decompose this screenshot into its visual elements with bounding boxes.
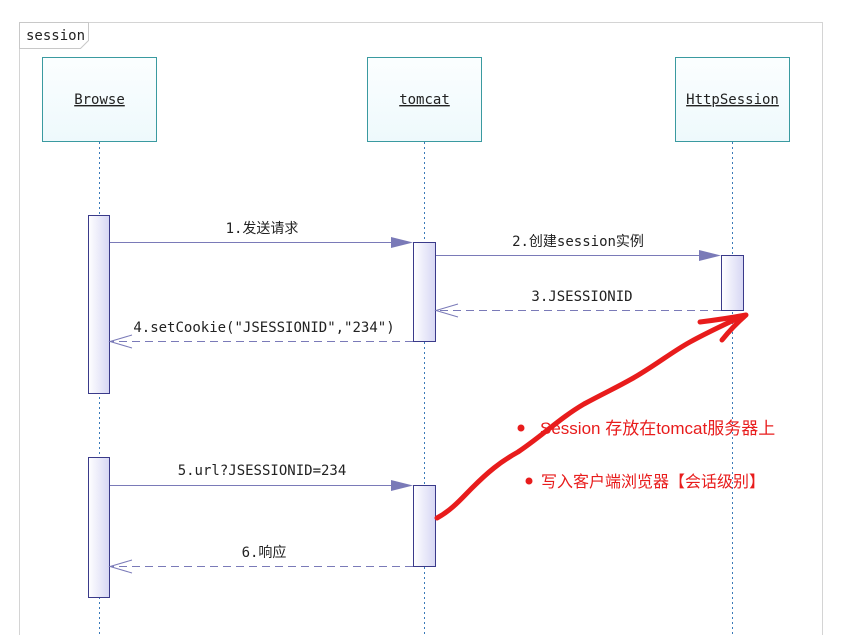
message-label: 2.创建session实例	[512, 234, 644, 250]
message-label: 4.setCookie("JSESSIONID","234")	[133, 320, 394, 336]
activation-browse-2	[88, 457, 110, 598]
annotation-text: 写入客户端浏览器【会话级别】	[541, 473, 765, 491]
activation-browse-1	[88, 215, 110, 394]
sequence-diagram: session Browse tomcat HttpSession 1.发送请求…	[19, 22, 823, 635]
frame-title: session	[26, 28, 85, 44]
message-label: 6.响应	[242, 544, 287, 561]
participant-tomcat: tomcat	[367, 57, 482, 142]
annotation-text: Session 存放在tomcat服务器上	[540, 419, 775, 438]
annotation-2: 写入客户端浏览器【会话级别】	[525, 473, 765, 491]
participant-label: Browse	[74, 92, 125, 108]
activation-httpsession-1	[721, 255, 744, 311]
annotation-1: Session 存放在tomcat服务器上	[517, 419, 775, 438]
message-label: 5.url?JSESSIONID=234	[178, 463, 347, 479]
participant-browse: Browse	[42, 57, 157, 142]
message-label: 1.发送请求	[226, 221, 299, 237]
message-label: 3.JSESSIONID	[531, 289, 632, 305]
activation-tomcat-1	[413, 242, 436, 342]
bullet-icon	[517, 424, 525, 432]
participant-httpsession: HttpSession	[675, 57, 790, 142]
participant-label: tomcat	[399, 92, 450, 108]
activation-tomcat-2	[413, 485, 436, 567]
participant-label: HttpSession	[686, 92, 779, 108]
bullet-icon	[525, 477, 533, 485]
